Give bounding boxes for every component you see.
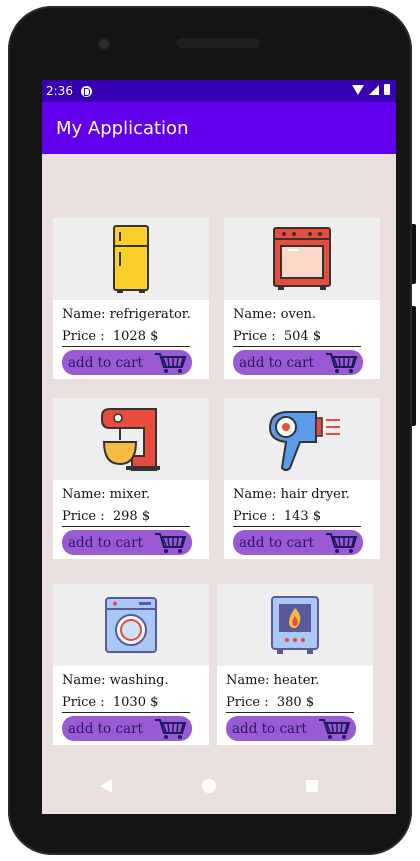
product-card-heater[interactable]: Name: heater. Price : 380 $ add to cart [217,584,373,745]
add-to-cart-label: add to cart [68,354,143,371]
name-label: Name: [226,673,270,688]
power-button [412,306,416,426]
divider [226,712,354,713]
washing-machine-icon [105,597,157,653]
heater-icon [271,596,319,654]
mixer-icon [101,408,160,471]
product-name: refrigerator. [109,307,191,322]
product-image [224,218,380,300]
product-image [217,584,373,666]
name-label: Name: [233,487,277,502]
shopping-cart-icon [155,533,187,553]
screen: 2:36 My Application Name: refrigerator. … [42,80,396,814]
recents-icon[interactable] [304,778,320,794]
wifi-icon [352,84,364,95]
product-name: hair dryer. [280,487,350,502]
name-label: Name: [62,307,106,322]
notification-icon [80,85,92,97]
battery-icon [384,84,390,95]
product-price: 504 $ [283,329,322,344]
home-icon[interactable] [201,778,217,794]
status-time: 2:36 [46,84,73,98]
add-to-cart-button[interactable]: add to cart [233,350,363,375]
signal-icon [369,84,379,95]
product-image [224,398,380,480]
product-card-refrigerator[interactable]: Name: refrigerator. Price : 1028 $ add t… [53,218,209,379]
product-card-mixer[interactable]: Name: mixer. Price : 298 $ add to cart [53,398,209,559]
add-to-cart-label: add to cart [239,354,314,371]
status-bar: 2:36 [42,80,396,102]
shopping-cart-icon [155,719,187,739]
product-price: 380 $ [276,695,315,710]
product-card-hair-dryer[interactable]: Name: hair dryer. Price : 143 $ add to c… [224,398,380,559]
front-camera [98,38,110,50]
phone-frame: 2:36 My Application Name: refrigerator. … [8,6,416,855]
shopping-cart-icon [326,353,358,373]
add-to-cart-button[interactable]: add to cart [62,530,192,555]
price-label: Price : [62,695,105,710]
add-to-cart-button[interactable]: add to cart [62,716,192,741]
divider [233,526,361,527]
price-label: Price : [233,329,276,344]
product-image [53,218,209,300]
divider [62,712,190,713]
add-to-cart-label: add to cart [68,534,143,551]
divider [62,526,190,527]
shopping-cart-icon [326,533,358,553]
product-card-washing[interactable]: Name: washing. Price : 1030 $ add to car… [53,584,209,745]
price-label: Price : [226,695,269,710]
add-to-cart-label: add to cart [239,534,314,551]
add-to-cart-button[interactable]: add to cart [62,350,192,375]
add-to-cart-label: add to cart [232,720,307,737]
price-label: Price : [62,329,105,344]
add-to-cart-button[interactable]: add to cart [226,716,356,741]
product-name: mixer. [109,487,151,502]
refrigerator-icon [113,225,149,293]
app-title: My Application [56,117,189,139]
oven-icon [273,227,331,290]
product-price: 298 $ [112,509,151,524]
shopping-cart-icon [319,719,351,739]
price-label: Price : [233,509,276,524]
product-price: 1030 $ [112,695,159,710]
divider [233,346,361,347]
divider [62,346,190,347]
add-to-cart-button[interactable]: add to cart [233,530,363,555]
product-name: oven. [280,307,317,322]
back-icon[interactable] [98,778,114,794]
volume-button [412,224,416,284]
name-label: Name: [62,673,106,688]
product-card-oven[interactable]: Name: oven. Price : 504 $ add to cart [224,218,380,379]
product-image [53,584,209,666]
name-label: Name: [233,307,277,322]
add-to-cart-label: add to cart [68,720,143,737]
product-price: 1028 $ [112,329,159,344]
shopping-cart-icon [155,353,187,373]
product-price: 143 $ [283,509,322,524]
product-name: washing. [109,673,169,688]
product-image [53,398,209,480]
hair-dryer-icon [268,411,340,471]
price-label: Price : [62,509,105,524]
product-name: heater. [273,673,320,688]
earpiece-speaker [176,38,260,48]
app-bar: My Application [42,102,396,154]
name-label: Name: [62,487,106,502]
